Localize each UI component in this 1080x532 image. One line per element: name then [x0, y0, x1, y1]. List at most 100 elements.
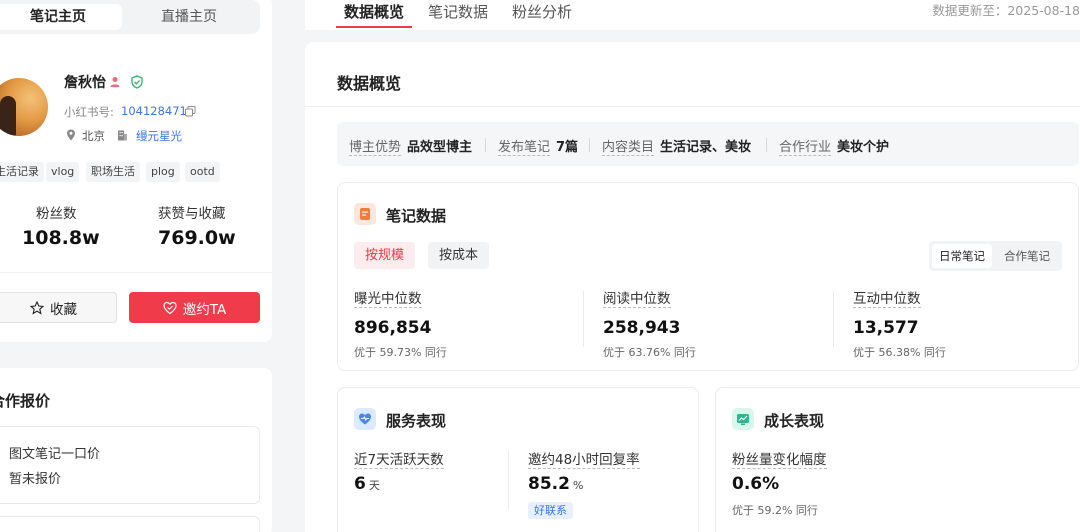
active-days-number: 6 [354, 474, 366, 494]
homepage-switch: 笔记主页 直播主页 [0, 0, 260, 34]
pricing-title: 合作报价 [0, 392, 51, 410]
overview-title: 数据概览 [337, 74, 402, 93]
active-days-label: 近7天活跃天数 [354, 448, 444, 469]
overview-card: 数据概览 博主优势 品效型博主 发布笔记 7篇 内容类目 生活记录、美妆 合作行业 美妆… [305, 42, 1080, 532]
likes-label: 获赞与收藏 [158, 206, 226, 222]
followers-label: 粉丝数 [36, 206, 77, 222]
left-panel: 笔记主页 直播主页 詹秋怡 小红书号: 104128471 北京 缦元星光 生活… [0, 0, 283, 532]
update-time: 数据更新至：2025-08-18 [932, 3, 1080, 18]
pricing-box: 图文笔记一口价 暂未报价 [0, 426, 260, 504]
tag-item: vlog [46, 162, 80, 182]
divider [0, 272, 272, 273]
creator-info-bar: 博主优势 品效型博主 发布笔记 7篇 内容类目 生活记录、美妆 合作行业 美妆个护 [337, 122, 1079, 166]
likes-value: 769.0w [158, 227, 236, 249]
organization-link[interactable]: 缦元星光 [136, 128, 182, 144]
info-value: 品效型博主 [407, 140, 473, 155]
divider [833, 291, 834, 347]
metric-label: 互动中位数 [853, 287, 921, 308]
profile-card: 笔记主页 直播主页 詹秋怡 小红书号: 104128471 北京 缦元星光 生活… [0, 0, 272, 342]
follower-change-percentile: 优于 59.2% 同行 [732, 504, 818, 517]
status-badge: 好联系 [528, 502, 573, 519]
star-icon [30, 300, 44, 315]
reply-rate-unit: % [572, 479, 584, 492]
toggle-collab-notes[interactable]: 合作笔记 [995, 244, 1059, 268]
follower-change-value: 0.6% [732, 474, 780, 494]
divider [305, 106, 1080, 107]
favorite-button[interactable]: 收藏 [0, 292, 117, 323]
pricing-item: 图文笔记一口价 [9, 447, 101, 462]
growth-title: 成长表现 [764, 412, 825, 430]
metric-percentile: 优于 63.76% 同行 [603, 346, 696, 359]
growth-performance-card: 成长表现 粉丝量变化幅度 0.6% 优于 59.2% 同行 [715, 387, 1080, 532]
pricing-box-secondary [0, 516, 260, 532]
toggle-daily-notes[interactable]: 日常笔记 [932, 244, 992, 268]
info-advantage: 博主优势 品效型博主 [349, 136, 473, 156]
invite-button[interactable]: 邀约TA [129, 292, 260, 323]
info-key: 合作行业 [779, 140, 832, 156]
info-key: 发布笔记 [498, 140, 551, 156]
favorite-label: 收藏 [50, 301, 77, 318]
organization-icon [118, 130, 127, 141]
tag-item: plog [146, 162, 180, 182]
tab-fan-analysis[interactable]: 粉丝分析 [512, 1, 572, 22]
separator [589, 138, 590, 152]
trend-chart-icon [732, 408, 754, 430]
top-tabs-bar: 数据更新至：2025-08-18 [305, 0, 1080, 30]
info-value: 美妆个护 [837, 140, 890, 155]
metric-percentile: 优于 56.38% 同行 [853, 346, 946, 359]
metric-interactions: 互动中位数 13,577 优于 56.38% 同行 [853, 287, 1080, 360]
info-notes-published: 发布笔记 7篇 [498, 136, 579, 156]
pricing-value: 暂未报价 [9, 472, 62, 487]
active-days-value: 6天 [354, 474, 380, 494]
location-icon [67, 129, 75, 141]
notes-data-title: 笔记数据 [386, 207, 447, 225]
active-tab-indicator [336, 26, 412, 28]
note-doc-icon [354, 203, 376, 225]
info-content-category: 内容类目 生活记录、美妆 [602, 136, 752, 156]
verified-shield-icon [131, 75, 143, 89]
tab-note-data[interactable]: 笔记数据 [428, 1, 488, 22]
info-value: 7篇 [556, 140, 579, 155]
xhs-id-value[interactable]: 104128471 [121, 104, 187, 118]
metric-percentile: 优于 59.73% 同行 [354, 346, 447, 359]
info-industry: 合作行业 美妆个护 [779, 136, 890, 156]
info-key: 博主优势 [349, 140, 402, 156]
separator [766, 138, 767, 152]
metric-value: 13,577 [853, 318, 919, 338]
tab-notes-home[interactable]: 笔记主页 [0, 4, 122, 30]
separator [485, 138, 486, 152]
metric-value: 258,943 [603, 318, 681, 338]
tag-item: 职场生活 [86, 162, 140, 182]
by-scale-button[interactable]: 按规模 [354, 242, 416, 269]
location-text: 北京 [82, 129, 105, 143]
metric-value: 896,854 [354, 318, 432, 338]
heart-pulse-icon [354, 408, 376, 430]
reply-rate-label: 邀约48小时回复率 [528, 448, 640, 469]
reply-rate-number: 85.2 [528, 474, 570, 494]
metric-reads: 阅读中位数 258,943 优于 63.76% 同行 [603, 287, 833, 360]
person-badge-icon [110, 77, 120, 87]
divider [508, 450, 509, 510]
metric-label: 曝光中位数 [354, 287, 422, 308]
tab-live-home[interactable]: 直播主页 [125, 4, 253, 30]
follower-change-label: 粉丝量变化幅度 [732, 448, 827, 469]
followers-value: 108.8w [22, 227, 100, 249]
by-cost-button[interactable]: 按成本 [428, 242, 490, 269]
metric-label: 阅读中位数 [603, 287, 671, 308]
divider [583, 291, 584, 347]
profile-name: 詹秋怡 [64, 75, 106, 91]
metric-exposure: 曝光中位数 896,854 优于 59.73% 同行 [354, 287, 584, 360]
notes-data-card: 笔记数据 按规模 按成本 日常笔记 合作笔记 曝光中位数 896,854 优于 … [337, 182, 1079, 371]
tag-item: ootd [185, 162, 220, 182]
info-value: 生活记录、美妆 [660, 140, 752, 155]
avatar [0, 78, 48, 136]
reply-rate-value: 85.2% [528, 474, 583, 494]
service-title: 服务表现 [386, 412, 447, 430]
tag-item: 生活记录 [0, 162, 44, 182]
invite-label: 邀约TA [182, 301, 227, 318]
tab-data-overview[interactable]: 数据概览 [344, 1, 404, 22]
note-type-toggle: 日常笔记 合作笔记 [929, 241, 1062, 271]
copy-icon[interactable] [185, 106, 196, 117]
heart-handshake-icon [163, 301, 177, 314]
xhs-id-label: 小红书号: [64, 105, 114, 119]
